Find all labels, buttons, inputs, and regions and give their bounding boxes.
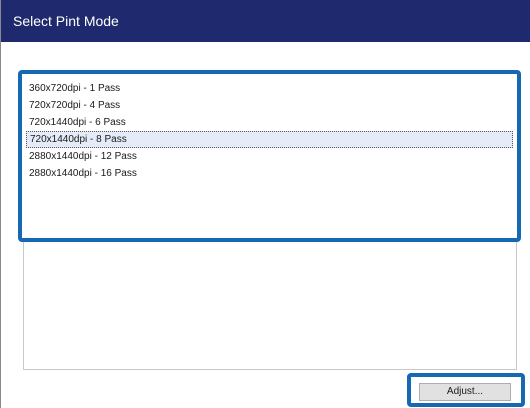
print-mode-list[interactable]: 360x720dpi - 1 Pass 720x720dpi - 4 Pass …: [18, 70, 521, 242]
print-mode-item[interactable]: 2880x1440dpi - 12 Pass: [26, 148, 513, 165]
print-mode-item[interactable]: 720x1440dpi - 6 Pass: [26, 114, 513, 131]
print-mode-item-selected[interactable]: 720x1440dpi - 8 Pass: [26, 131, 513, 148]
adjust-button[interactable]: Adjust...: [419, 383, 511, 401]
print-mode-item[interactable]: 720x720dpi - 4 Pass: [26, 97, 513, 114]
adjust-button-highlight: Adjust...: [407, 373, 525, 407]
dialog-title: Select Pint Mode: [1, 0, 530, 42]
select-print-mode-dialog: Select Pint Mode 360x720dpi - 1 Pass 720…: [0, 0, 530, 408]
print-mode-item[interactable]: 2880x1440dpi - 16 Pass: [26, 165, 513, 182]
print-mode-item[interactable]: 360x720dpi - 1 Pass: [26, 80, 513, 97]
print-mode-list-items: 360x720dpi - 1 Pass 720x720dpi - 4 Pass …: [26, 80, 513, 182]
